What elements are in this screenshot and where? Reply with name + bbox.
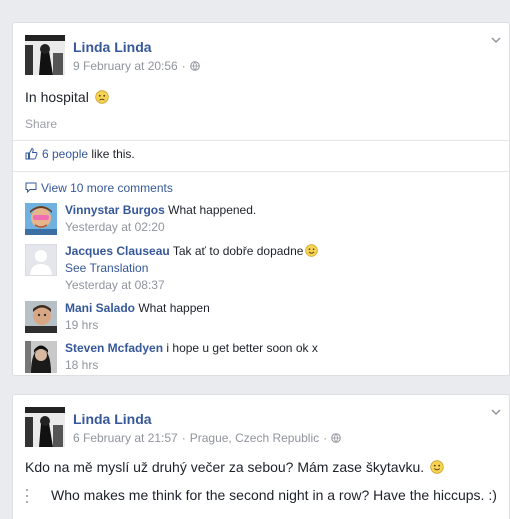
view-more-comments-link[interactable]: View 10 more comments <box>25 181 173 195</box>
comment-author[interactable]: Mani Salado <box>65 301 135 315</box>
likes-count-link[interactable]: 6 people <box>42 147 88 161</box>
commenter-avatar[interactable] <box>25 244 57 276</box>
smile-emoji-icon <box>430 460 444 474</box>
post-timestamp[interactable]: 6 February at 21:57 <box>73 431 178 445</box>
comment-author[interactable]: Jacques Clauseau <box>65 244 170 258</box>
comment-time[interactable]: Yesterday at 02:20 <box>65 220 165 234</box>
post-text-content: In hospital <box>25 89 89 105</box>
share-button[interactable]: Share <box>25 117 57 131</box>
comment-time[interactable]: Yesterday at 08:37 <box>65 278 165 292</box>
commenter-avatar[interactable] <box>25 341 57 373</box>
meta-separator: · <box>181 59 186 73</box>
comment-line: Mani Salado What happen <box>65 301 210 315</box>
comment-text: i hope u get better soon ok x <box>166 341 318 355</box>
smile-emoji-icon <box>305 244 319 257</box>
comment-line: Jacques Clauseau Tak ať to dobře dopadne <box>65 244 319 258</box>
divider <box>13 171 509 172</box>
post-meta: 9 February at 20:56 · <box>73 59 200 73</box>
post-card: Linda Linda 9 February at 20:56 · In hosp… <box>12 22 510 376</box>
likes-suffix: like this. <box>91 147 135 161</box>
comment-line: Steven Mcfadyen i hope u get better soon… <box>65 341 318 355</box>
commenter-avatar[interactable] <box>25 203 57 235</box>
post-text: Kdo na mě myslí už druhý večer za sebou?… <box>25 459 444 475</box>
likes-summary: 6 people like this. <box>25 147 135 161</box>
sad-emoji-icon <box>95 90 109 104</box>
globe-icon[interactable] <box>331 433 341 443</box>
post-text: In hospital <box>25 89 109 105</box>
post-meta: 6 February at 21:57 · Prague, Czech Republ… <box>73 431 341 445</box>
post-location[interactable]: Prague, Czech Republic <box>190 431 319 445</box>
post-text-content: Kdo na mě myslí už druhý večer za sebou?… <box>25 459 425 475</box>
meta-separator: · <box>181 431 186 445</box>
post-timestamp[interactable]: 9 February at 20:56 <box>73 59 178 73</box>
comment-author[interactable]: Vinnystar Burgos <box>65 203 165 217</box>
translated-text: Who makes me think for the second night … <box>51 487 497 503</box>
comment-author[interactable]: Steven Mcfadyen <box>65 341 163 355</box>
comment-bubble-icon <box>25 182 37 193</box>
comment-text: What happened. <box>168 203 257 217</box>
avatar[interactable] <box>25 35 65 75</box>
post-author[interactable]: Linda Linda <box>73 411 152 427</box>
view-more-comments-label[interactable]: View 10 more comments <box>41 181 173 195</box>
comment-text: What happen <box>138 301 210 315</box>
post-card: Linda Linda 6 February at 21:57 · Prague, … <box>12 394 510 519</box>
globe-icon[interactable] <box>189 61 200 71</box>
chevron-down-icon[interactable] <box>491 407 501 417</box>
post-author[interactable]: Linda Linda <box>73 39 152 55</box>
comment-time[interactable]: 18 hrs <box>65 358 98 372</box>
see-translation-link[interactable]: See Translation <box>65 261 148 275</box>
divider <box>13 140 509 141</box>
comment-text: Tak ať to dobře dopadne <box>172 244 304 258</box>
meta-separator: · <box>323 431 328 445</box>
comment-line: Vinnystar Burgos What happened. <box>65 203 256 217</box>
comment-time[interactable]: 19 hrs <box>65 318 98 332</box>
thumbs-up-icon <box>25 147 38 160</box>
chevron-down-icon[interactable] <box>491 35 501 45</box>
avatar[interactable] <box>25 407 65 447</box>
commenter-avatar[interactable] <box>25 301 57 333</box>
more-dots-icon[interactable] <box>25 487 29 505</box>
